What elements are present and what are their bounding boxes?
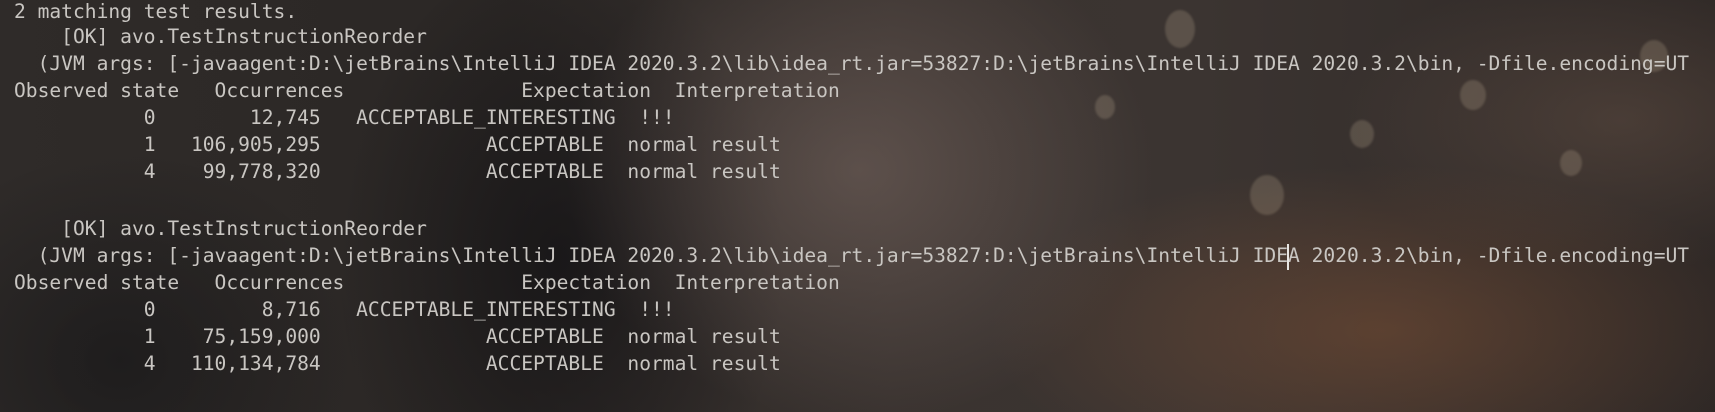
text-cursor xyxy=(1287,244,1289,270)
table-header: Observed state Occurrences Expectation I… xyxy=(14,79,840,102)
table-row: 0 8,716 ACCEPTABLE_INTERESTING !!! xyxy=(14,298,675,321)
result-status-line: [OK] avo.TestInstructionReorder xyxy=(14,25,427,48)
jvm-args-line: (JVM args: [-javaagent:D:\jetBrains\Inte… xyxy=(14,52,1690,75)
table-row: 4 110,134,784 ACCEPTABLE normal result xyxy=(14,352,781,375)
table-header: Observed state Occurrences Expectation I… xyxy=(14,271,840,294)
jvm-args-line: (JVM args: [-javaagent:D:\jetBrains\Inte… xyxy=(14,244,1690,267)
terminal-output[interactable]: 2 matching test results. [OK] avo.TestIn… xyxy=(0,0,1715,412)
table-row: 1 106,905,295 ACCEPTABLE normal result xyxy=(14,133,781,156)
table-row: 1 75,159,000 ACCEPTABLE normal result xyxy=(14,325,781,348)
table-row: 0 12,745 ACCEPTABLE_INTERESTING !!! xyxy=(14,106,675,129)
result-status-line: [OK] avo.TestInstructionReorder xyxy=(14,217,427,240)
table-row: 4 99,778,320 ACCEPTABLE normal result xyxy=(14,160,781,183)
summary-line: 2 matching test results. xyxy=(14,0,298,23)
